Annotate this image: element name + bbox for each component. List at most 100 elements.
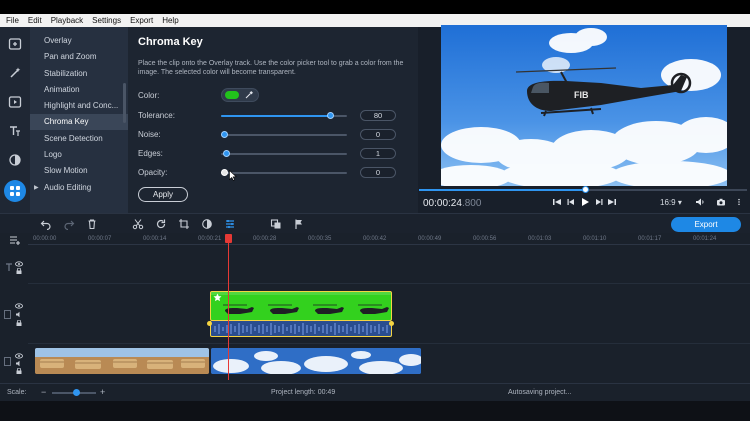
tool-rail: [0, 27, 30, 213]
crop-icon[interactable]: [178, 218, 190, 230]
lock-icon[interactable]: [15, 368, 23, 374]
menu-playback[interactable]: Playback: [51, 16, 83, 25]
speaker-icon[interactable]: [15, 311, 23, 318]
skip-to-end-icon[interactable]: [607, 196, 617, 208]
next-frame-icon[interactable]: [594, 196, 604, 208]
lock-icon[interactable]: [15, 268, 23, 274]
zoom-in-icon[interactable]: +: [100, 387, 105, 397]
eye-icon[interactable]: [15, 353, 23, 359]
delete-trash-icon[interactable]: [86, 218, 98, 230]
playhead-line[interactable]: [228, 240, 229, 380]
ruler-tick: 00:00:49: [418, 236, 442, 242]
eyedropper-icon[interactable]: [244, 90, 254, 100]
ruler-tick: 00:01:03: [528, 236, 552, 242]
color-picker-field[interactable]: [221, 88, 259, 102]
opacity-slider-thumb[interactable]: [221, 169, 228, 176]
overlay-audio-waveform[interactable]: [210, 321, 392, 337]
category-chroma-key[interactable]: Chroma Key: [30, 114, 128, 130]
noise-slider-track[interactable]: [221, 134, 347, 136]
overlay-video-clip[interactable]: [210, 291, 392, 321]
color-adjust-icon[interactable]: [201, 218, 213, 230]
menu-edit[interactable]: Edit: [28, 16, 42, 25]
waveform-graphic: [214, 323, 388, 335]
category-animation[interactable]: Animation: [30, 82, 128, 98]
menu-export[interactable]: Export: [130, 16, 153, 25]
scissors-icon[interactable]: [132, 218, 144, 230]
ruler-tick: 00:00:35: [308, 236, 332, 242]
zoom-out-icon[interactable]: −: [41, 387, 46, 397]
snapshot-camera-icon[interactable]: [715, 196, 727, 208]
ruler-tick: 00:00:21: [198, 236, 222, 242]
titles-icon[interactable]: [4, 120, 26, 142]
category-highlight[interactable]: Highlight and Conc...: [30, 98, 128, 114]
scale-label: Scale:: [7, 389, 27, 396]
preview-scene-image: FIB: [441, 25, 727, 186]
noise-slider-thumb[interactable]: [221, 131, 228, 138]
playback-progress-thumb[interactable]: [582, 186, 589, 193]
more-tools-icon[interactable]: [4, 180, 26, 202]
main-video-clip-sky[interactable]: [211, 348, 421, 374]
category-scene-detection[interactable]: Scene Detection: [30, 131, 128, 147]
speaker-icon[interactable]: [15, 360, 23, 367]
status-bar: Scale: − + Project length: 00:49 Autosav…: [0, 383, 750, 401]
volume-icon[interactable]: [694, 196, 706, 208]
edges-value[interactable]: 1: [360, 148, 396, 159]
menu-settings[interactable]: Settings: [92, 16, 121, 25]
volume-keyframe-start[interactable]: [207, 321, 212, 326]
export-button[interactable]: Export: [671, 217, 741, 232]
farm-clip-thumbnails: [35, 348, 209, 374]
text-track-controls: [0, 261, 28, 275]
noise-label: Noise:: [138, 130, 161, 139]
opacity-value[interactable]: 0: [360, 167, 396, 178]
rotate-icon[interactable]: [155, 218, 167, 230]
opacity-slider-track[interactable]: [221, 172, 347, 174]
play-icon[interactable]: [580, 196, 590, 208]
tolerance-slider-fill: [221, 115, 330, 117]
volume-keyframe-end[interactable]: [389, 321, 394, 326]
undo-icon[interactable]: [40, 218, 52, 231]
marker-flag-icon[interactable]: [293, 218, 305, 230]
video-preview[interactable]: FIB: [441, 25, 727, 186]
category-pan-and-zoom[interactable]: Pan and Zoom: [30, 49, 128, 65]
previous-frame-icon[interactable]: [566, 196, 576, 208]
category-slow-motion[interactable]: Slow Motion: [30, 163, 128, 179]
redo-icon[interactable]: [63, 218, 75, 231]
more-options-icon[interactable]: [735, 196, 743, 208]
category-overlay[interactable]: Overlay: [30, 33, 128, 49]
tolerance-value[interactable]: 80: [360, 110, 396, 121]
aspect-ratio-dropdown[interactable]: 16:9 ▾: [660, 198, 682, 207]
tolerance-slider-thumb[interactable]: [327, 112, 334, 119]
category-stabilization[interactable]: Stabilization: [30, 66, 128, 82]
sky-clip-thumbnails: [211, 348, 421, 374]
scale-slider-thumb[interactable]: [73, 389, 80, 396]
clip-properties-icon[interactable]: [224, 218, 236, 230]
magic-wand-icon[interactable]: [4, 62, 26, 84]
edit-toolbar: Export: [0, 213, 750, 233]
track-divider: [28, 283, 750, 284]
aspect-ratio-value: 16:9: [660, 198, 676, 207]
ruler-tick: 00:01:24: [693, 236, 717, 242]
menu-help[interactable]: Help: [162, 16, 178, 25]
category-logo[interactable]: Logo: [30, 147, 128, 163]
main-video-clip-farm[interactable]: [35, 348, 209, 374]
menu-file[interactable]: File: [6, 16, 19, 25]
edges-slider-track[interactable]: [221, 153, 347, 155]
eye-icon[interactable]: [15, 261, 23, 267]
skip-to-start-icon[interactable]: [552, 196, 562, 208]
edges-slider-thumb[interactable]: [223, 150, 230, 157]
noise-value[interactable]: 0: [360, 129, 396, 140]
overlay-stack-icon[interactable]: [270, 218, 282, 230]
ruler-tick: 00:00:42: [363, 236, 387, 242]
chevron-down-icon: ▾: [677, 198, 682, 207]
import-icon[interactable]: [4, 33, 26, 55]
transitions-icon[interactable]: [4, 91, 26, 113]
lock-icon[interactable]: [15, 320, 23, 326]
apply-button[interactable]: Apply: [138, 187, 188, 202]
eye-icon[interactable]: [15, 303, 23, 309]
category-audio-editing[interactable]: ▶ Audio Editing: [30, 180, 128, 196]
filters-icon[interactable]: [4, 149, 26, 171]
category-scrollbar[interactable]: [123, 83, 126, 123]
expand-arrow-icon: ▶: [34, 185, 39, 191]
add-track-icon[interactable]: [9, 235, 21, 245]
time-ruler[interactable]: 00:00:00 00:00:07 00:00:14 00:00:21 00:0…: [28, 233, 750, 245]
